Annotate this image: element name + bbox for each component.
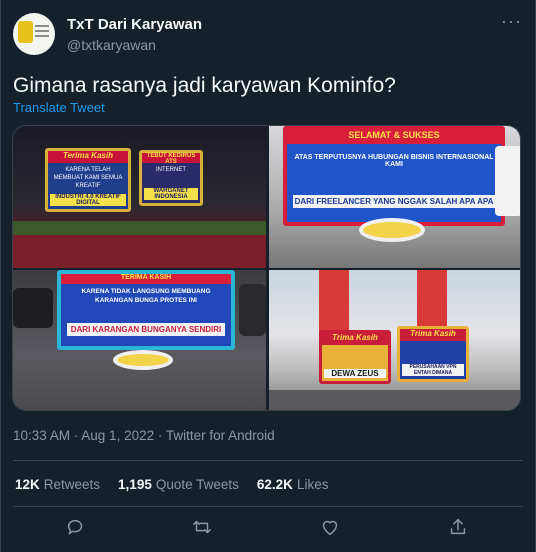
board-footer: INDUSTRI 4.0 KREATIF DIGITAL xyxy=(50,194,126,206)
board-text: INTERNET xyxy=(156,167,186,173)
likes-stat[interactable]: 62.2K Likes xyxy=(257,477,329,492)
photo-2[interactable]: SELAMAT & SUKSES ATAS TERPUTUSNYA HUBUNG… xyxy=(269,126,520,268)
photo-1[interactable]: Terima Kasih KARENA TELAH MEMBUAT KAMI S… xyxy=(13,126,266,268)
flower-board: TERIMA KASIH KARENA TIDAK LANGSUNG MEMBU… xyxy=(57,270,235,350)
board-title: SELAMAT & SUKSES xyxy=(287,130,501,144)
tweet-timestamp[interactable]: 10:33 AM · Aug 1, 2022 · Twitter for And… xyxy=(13,428,275,443)
retweets-stat[interactable]: 12K Retweets xyxy=(15,477,100,492)
flower-board-right: TEBUT KEDIRUS ATS INTERNET WARGANET INDO… xyxy=(139,150,203,206)
white-car xyxy=(495,146,520,216)
photo-4[interactable]: Trima Kasih DEWA ZEUS Trima Kasih PERUSA… xyxy=(269,270,520,410)
avatar-text-lines xyxy=(35,25,49,27)
retweet-icon[interactable] xyxy=(191,516,213,538)
board-title: Trima Kasih xyxy=(322,333,388,345)
tweet-card: TxT Dari Karyawan @txtkaryawan ··· Giman… xyxy=(0,0,536,552)
more-options-icon[interactable]: ··· xyxy=(501,12,521,34)
board-footer: DARI KARANGAN BUNGANYA SENDIRI xyxy=(67,323,225,336)
media-grid: Terima Kasih KARENA TELAH MEMBUAT KAMI S… xyxy=(12,125,521,411)
translate-tweet-link[interactable]: Translate Tweet xyxy=(13,100,105,115)
author-name[interactable]: TxT Dari Karyawan xyxy=(67,16,202,33)
red-wall xyxy=(13,235,266,268)
divider xyxy=(13,460,523,461)
reply-icon[interactable] xyxy=(65,516,87,538)
avatar[interactable] xyxy=(13,13,55,55)
hedge xyxy=(13,221,266,235)
board-title: Terima Kasih xyxy=(48,151,128,163)
flower-wreath xyxy=(359,218,425,242)
like-icon[interactable] xyxy=(319,516,341,538)
quotes-stat[interactable]: 1,195 Quote Tweets xyxy=(118,477,239,492)
board-title: TEBUT KEDIRUS ATS xyxy=(142,153,200,165)
spongebob-image xyxy=(18,21,33,43)
board-footer: PERUSAHAAN VPN ENTAH DIMANA xyxy=(402,364,464,376)
board-text: ATAS TERPUTUSNYA HUBUNGAN BISNIS INTERNA… xyxy=(294,154,494,168)
board-title: Trima Kasih xyxy=(400,329,466,341)
tweet-stats: 12K Retweets 1,195 Quote Tweets 62.2K Likes xyxy=(15,477,328,492)
author-handle[interactable]: @txtkaryawan xyxy=(67,37,156,53)
tweet-actions xyxy=(1,512,536,542)
share-icon[interactable] xyxy=(447,516,469,538)
divider xyxy=(13,506,523,507)
board-text-line2: KARANGAN BUNGA PROTES INI xyxy=(95,297,197,304)
board-title: TERIMA KASIH xyxy=(61,274,231,284)
photo-3[interactable]: TERIMA KASIH KARENA TIDAK LANGSUNG MEMBU… xyxy=(13,270,266,410)
board-footer: WARGANET INDONESIA xyxy=(144,188,198,200)
board-text-line1: KARENA TIDAK LANGSUNG MEMBUANG xyxy=(81,288,211,295)
board-footer: DEWA ZEUS xyxy=(324,369,386,378)
board-text: KARENA TELAH MEMBUAT KAMI SEMUA KREATIF xyxy=(53,167,123,189)
tweet-text: Gimana rasanya jadi karyawan Kominfo? xyxy=(13,74,396,97)
flower-wreath xyxy=(113,350,173,370)
flower-board-right: Trima Kasih PERUSAHAAN VPN ENTAH DIMANA xyxy=(397,326,469,382)
road xyxy=(269,390,520,410)
dark-car xyxy=(13,288,53,328)
board-footer: DARI FREELANCER YANG NGGAK SALAH APA APA xyxy=(293,195,495,208)
flower-board: SELAMAT & SUKSES ATAS TERPUTUSNYA HUBUNG… xyxy=(283,126,505,226)
flower-board-left: Trima Kasih DEWA ZEUS xyxy=(319,330,391,384)
dark-car xyxy=(239,284,266,336)
flower-board-left: Terima Kasih KARENA TELAH MEMBUAT KAMI S… xyxy=(45,148,131,212)
